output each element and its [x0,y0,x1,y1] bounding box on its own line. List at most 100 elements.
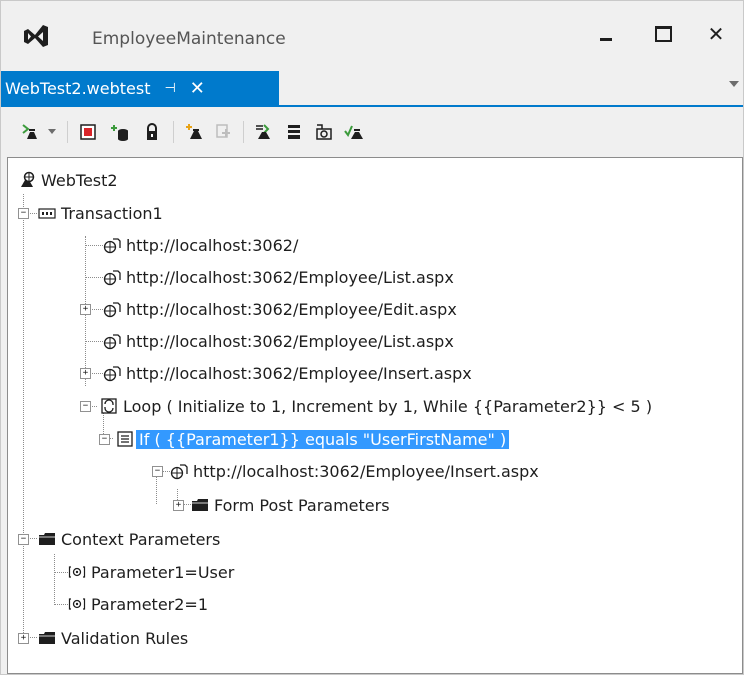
tree-node-form-post-parameters[interactable]: Form Post Parameters [191,492,390,518]
tree-node-label: Context Parameters [61,529,221,549]
add-web-test-plugin-button[interactable] [17,121,43,143]
tree-node-label: Validation Rules [61,628,189,648]
add-data-source-button[interactable] [107,121,133,143]
transaction-icon [38,208,56,219]
tree-node-request[interactable]: http://localhost:3062/Employee/Insert.as… [170,458,539,484]
tab-label: WebTest2.webtest [5,78,151,98]
minimize-button[interactable] [591,19,621,49]
collapse-icon[interactable]: − [18,534,29,545]
condition-icon [117,431,133,447]
tab-close-icon[interactable]: ✕ [190,78,205,99]
parameter-icon [68,598,86,610]
lock-icon [147,123,157,140]
close-window-button[interactable]: ✕ [701,19,731,49]
close-icon: ✕ [707,22,725,46]
maximize-icon [654,26,672,42]
lock-button[interactable] [139,121,165,143]
tab-dropdown-icon[interactable] [729,81,739,87]
add-data-source-icon [111,125,128,141]
web-request-icon [103,270,121,286]
folder-icon [192,499,208,511]
web-request-icon [170,464,188,480]
title-bar: EmployeeMaintenance ✕ [1,1,743,65]
set-request-details-icon [288,125,300,139]
webtest-icon [21,171,35,187]
parameterize-icon [186,124,202,139]
collapse-icon[interactable]: − [152,466,163,477]
request-url: http://localhost:3062/Employee/List.aspx [126,331,454,351]
tree-node-label: Transaction1 [61,203,163,223]
toolbar-separator [67,121,68,143]
folder-icon [39,632,55,644]
tree-connector [54,554,55,605]
loop-label: Loop ( Initialize to 1, Increment by 1, … [123,396,653,416]
tab-webtest2[interactable]: WebTest2.webtest ⊣ ✕ [1,71,279,105]
run-test-button[interactable] [341,121,367,143]
tree-node-context-parameter[interactable]: Parameter1=User [68,559,234,585]
request-url: http://localhost:3062/Employee/Insert.as… [126,363,472,383]
maximize-button[interactable] [648,19,678,49]
tree-connector [85,245,103,246]
loop-icon [101,398,117,414]
tree-connector [54,572,68,573]
tree-node-validation-rules[interactable]: Validation Rules [38,625,188,651]
condition-label: If ( {{Parameter1}} equals "UserFirstNam… [136,429,510,449]
plugin-dropdown-button[interactable] [45,121,59,143]
stop-icon [80,124,96,140]
minimize-icon [600,37,612,41]
add-request-plugin-icon [256,124,270,139]
parameterize-web-servers-button[interactable] [181,121,207,143]
document-tab-strip: WebTest2.webtest ⊣ ✕ [1,71,743,107]
webtest-tree-view[interactable]: WebTest2 − Transaction1 http://localhost… [7,157,743,674]
toolbar-separator [243,121,244,143]
tree-connector [23,194,24,643]
extract-parameter-icon [316,124,332,140]
parameter-label: Parameter1=User [91,562,235,582]
app-title: EmployeeMaintenance [92,29,286,49]
expand-icon[interactable]: + [80,368,91,379]
tree-connector [85,341,103,342]
request-url: http://localhost:3062/Employee/List.aspx [126,267,454,287]
tree-node-loop[interactable]: Loop ( Initialize to 1, Increment by 1, … [100,393,652,419]
tree-connector [85,277,103,278]
tree-node-label: Form Post Parameters [214,495,390,515]
stop-button[interactable] [75,121,101,143]
tree-node-context-parameters[interactable]: Context Parameters [38,526,220,552]
add-request-plugin-button[interactable] [251,121,277,143]
tree-node-request[interactable]: http://localhost:3062/Employee/Edit.aspx [103,296,457,322]
web-request-icon [103,238,121,254]
request-url: http://localhost:3062/Employee/Insert.as… [193,461,539,481]
tree-node-condition[interactable]: If ( {{Parameter1}} equals "UserFirstNam… [116,426,510,452]
tree-node-transaction[interactable]: Transaction1 [38,200,163,226]
collapse-icon[interactable]: − [99,434,110,445]
create-performance-session-button[interactable] [211,121,237,143]
web-request-icon [103,334,121,350]
run-test-icon [344,125,363,139]
tree-node-request[interactable]: http://localhost:3062/Employee/Insert.as… [103,360,472,386]
request-url: http://localhost:3062/ [126,235,299,255]
tree-connector [54,604,68,605]
tree-node-request[interactable]: http://localhost:3062/Employee/List.aspx [103,328,454,354]
expand-icon[interactable]: + [18,633,29,644]
parameter-icon [68,566,86,578]
vs-window: EmployeeMaintenance ✕ WebTest2.webtest ⊣… [0,0,744,675]
expand-icon[interactable]: + [80,304,91,315]
expand-icon[interactable]: + [173,500,184,511]
pin-icon[interactable]: ⊣ [164,81,175,96]
set-request-details-button[interactable] [281,121,307,143]
collapse-icon[interactable]: − [80,401,91,412]
folder-icon [39,533,55,545]
tree-node-label: WebTest2 [41,170,118,190]
tree-node-request[interactable]: http://localhost:3062/Employee/List.aspx [103,264,454,290]
toolbar-separator [173,121,174,143]
extract-parameter-button[interactable] [311,121,337,143]
chevron-down-icon [48,129,56,134]
tree-node-request[interactable]: http://localhost:3062/ [103,232,298,258]
web-request-icon [103,366,121,382]
webtest-toolbar [1,111,743,153]
tree-node-context-parameter[interactable]: Parameter2=1 [68,591,208,617]
collapse-icon[interactable]: − [18,208,29,219]
add-web-test-plugin-icon [22,124,37,139]
tree-node-webtest2[interactable]: WebTest2 [18,167,118,193]
web-request-icon [103,302,121,318]
